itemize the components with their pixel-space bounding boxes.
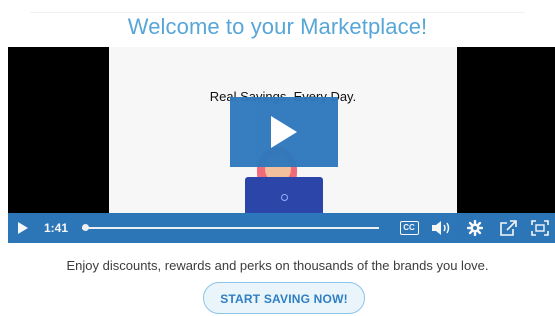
- share-button[interactable]: [491, 213, 525, 243]
- player-controls: 1:41 CC: [8, 213, 555, 243]
- volume-button[interactable]: [425, 213, 459, 243]
- share-icon: [500, 220, 517, 236]
- volume-icon: [432, 221, 450, 235]
- big-play-button[interactable]: [230, 97, 338, 167]
- settings-icon: [467, 220, 483, 236]
- settings-button[interactable]: [459, 213, 491, 243]
- fullscreen-button[interactable]: [525, 213, 555, 243]
- captions-button[interactable]: CC: [393, 213, 425, 243]
- play-button[interactable]: [8, 213, 38, 243]
- illustration-laptop: [245, 177, 323, 217]
- play-icon: [271, 116, 297, 148]
- top-divider: [30, 12, 525, 13]
- fullscreen-icon: [531, 220, 549, 236]
- video-player[interactable]: Real Savings. Every Day. 1:41 CC: [8, 47, 555, 243]
- tagline: Enjoy discounts, rewards and perks on th…: [66, 258, 489, 273]
- play-icon: [18, 222, 28, 234]
- closed-captions-icon: CC: [399, 221, 419, 235]
- laptop-logo: [281, 194, 288, 201]
- seek-thumb[interactable]: [82, 224, 89, 231]
- current-time: 1:41: [44, 221, 69, 235]
- seek-bar[interactable]: [82, 224, 379, 231]
- page-title: Welcome to your Marketplace!: [127, 14, 428, 39]
- start-saving-button[interactable]: START SAVING NOW!: [203, 282, 365, 314]
